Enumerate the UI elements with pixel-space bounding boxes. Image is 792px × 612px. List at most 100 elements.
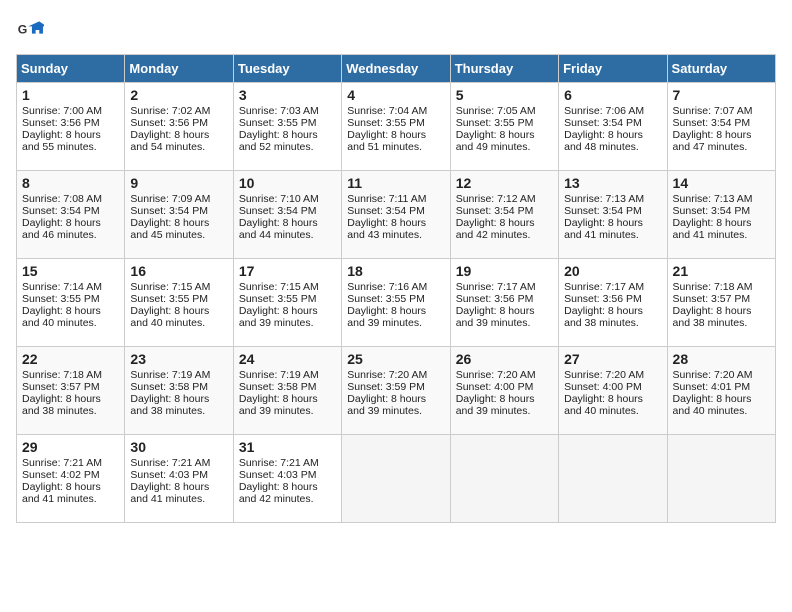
- sunset-label: Sunset: 3:54 PM: [673, 205, 751, 217]
- column-header-saturday: Saturday: [667, 55, 775, 83]
- day-number: 27: [564, 351, 661, 367]
- day-number: 18: [347, 263, 444, 279]
- daylight-label: Daylight: 8 hours and 38 minutes.: [673, 305, 752, 329]
- day-number: 7: [673, 87, 770, 103]
- sunset-label: Sunset: 3:54 PM: [564, 205, 642, 217]
- day-number: 19: [456, 263, 553, 279]
- sunset-label: Sunset: 3:59 PM: [347, 381, 425, 393]
- day-number: 20: [564, 263, 661, 279]
- sunset-label: Sunset: 3:57 PM: [673, 293, 751, 305]
- empty-cell: [559, 435, 667, 523]
- sunset-label: Sunset: 3:55 PM: [456, 117, 534, 129]
- daylight-label: Daylight: 8 hours and 40 minutes.: [564, 393, 643, 417]
- column-header-wednesday: Wednesday: [342, 55, 450, 83]
- sunrise-label: Sunrise: 7:18 AM: [22, 369, 102, 381]
- sunset-label: Sunset: 3:58 PM: [239, 381, 317, 393]
- sunset-label: Sunset: 3:56 PM: [564, 293, 642, 305]
- sunrise-label: Sunrise: 7:15 AM: [130, 281, 210, 293]
- sunset-label: Sunset: 4:02 PM: [22, 469, 100, 481]
- calendar-week-3: 15Sunrise: 7:14 AMSunset: 3:55 PMDayligh…: [17, 259, 776, 347]
- sunset-label: Sunset: 3:55 PM: [22, 293, 100, 305]
- column-header-tuesday: Tuesday: [233, 55, 341, 83]
- day-number: 9: [130, 175, 227, 191]
- calendar-day-9: 9Sunrise: 7:09 AMSunset: 3:54 PMDaylight…: [125, 171, 233, 259]
- daylight-label: Daylight: 8 hours and 41 minutes.: [22, 481, 101, 505]
- daylight-label: Daylight: 8 hours and 40 minutes.: [673, 393, 752, 417]
- sunrise-label: Sunrise: 7:20 AM: [456, 369, 536, 381]
- daylight-label: Daylight: 8 hours and 52 minutes.: [239, 129, 318, 153]
- daylight-label: Daylight: 8 hours and 45 minutes.: [130, 217, 209, 241]
- day-number: 6: [564, 87, 661, 103]
- day-number: 26: [456, 351, 553, 367]
- daylight-label: Daylight: 8 hours and 55 minutes.: [22, 129, 101, 153]
- sunset-label: Sunset: 3:54 PM: [456, 205, 534, 217]
- sunrise-label: Sunrise: 7:15 AM: [239, 281, 319, 293]
- sunrise-label: Sunrise: 7:06 AM: [564, 105, 644, 117]
- sunrise-label: Sunrise: 7:20 AM: [673, 369, 753, 381]
- calendar-day-1: 1Sunrise: 7:00 AMSunset: 3:56 PMDaylight…: [17, 83, 125, 171]
- calendar-day-30: 30Sunrise: 7:21 AMSunset: 4:03 PMDayligh…: [125, 435, 233, 523]
- calendar-day-8: 8Sunrise: 7:08 AMSunset: 3:54 PMDaylight…: [17, 171, 125, 259]
- sunrise-label: Sunrise: 7:19 AM: [130, 369, 210, 381]
- calendar-day-12: 12Sunrise: 7:12 AMSunset: 3:54 PMDayligh…: [450, 171, 558, 259]
- header: G: [16, 16, 776, 44]
- daylight-label: Daylight: 8 hours and 43 minutes.: [347, 217, 426, 241]
- daylight-label: Daylight: 8 hours and 40 minutes.: [22, 305, 101, 329]
- sunset-label: Sunset: 3:54 PM: [347, 205, 425, 217]
- sunrise-label: Sunrise: 7:13 AM: [673, 193, 753, 205]
- calendar-day-4: 4Sunrise: 7:04 AMSunset: 3:55 PMDaylight…: [342, 83, 450, 171]
- daylight-label: Daylight: 8 hours and 41 minutes.: [564, 217, 643, 241]
- day-number: 22: [22, 351, 119, 367]
- calendar-day-24: 24Sunrise: 7:19 AMSunset: 3:58 PMDayligh…: [233, 347, 341, 435]
- sunset-label: Sunset: 3:55 PM: [347, 117, 425, 129]
- empty-cell: [342, 435, 450, 523]
- sunset-label: Sunset: 3:58 PM: [130, 381, 208, 393]
- day-number: 8: [22, 175, 119, 191]
- calendar-day-26: 26Sunrise: 7:20 AMSunset: 4:00 PMDayligh…: [450, 347, 558, 435]
- day-number: 28: [673, 351, 770, 367]
- sunset-label: Sunset: 3:54 PM: [673, 117, 751, 129]
- calendar-day-28: 28Sunrise: 7:20 AMSunset: 4:01 PMDayligh…: [667, 347, 775, 435]
- daylight-label: Daylight: 8 hours and 51 minutes.: [347, 129, 426, 153]
- calendar-day-18: 18Sunrise: 7:16 AMSunset: 3:55 PMDayligh…: [342, 259, 450, 347]
- sunrise-label: Sunrise: 7:18 AM: [673, 281, 753, 293]
- calendar-week-5: 29Sunrise: 7:21 AMSunset: 4:02 PMDayligh…: [17, 435, 776, 523]
- sunrise-label: Sunrise: 7:14 AM: [22, 281, 102, 293]
- calendar-day-14: 14Sunrise: 7:13 AMSunset: 3:54 PMDayligh…: [667, 171, 775, 259]
- calendar-day-3: 3Sunrise: 7:03 AMSunset: 3:55 PMDaylight…: [233, 83, 341, 171]
- sunrise-label: Sunrise: 7:17 AM: [456, 281, 536, 293]
- calendar-day-25: 25 Sunrise: 7:20 AMSunset: 3:59 PMDayligh…: [342, 347, 450, 435]
- calendar-week-2: 8Sunrise: 7:08 AMSunset: 3:54 PMDaylight…: [17, 171, 776, 259]
- sunset-label: Sunset: 3:54 PM: [22, 205, 100, 217]
- daylight-label: Daylight: 8 hours and 48 minutes.: [564, 129, 643, 153]
- sunrise-label: Sunrise: 7:21 AM: [239, 457, 319, 469]
- calendar-table: SundayMondayTuesdayWednesdayThursdayFrid…: [16, 54, 776, 523]
- sunrise-label: Sunrise: 7:20 AM: [347, 369, 427, 381]
- empty-cell: [667, 435, 775, 523]
- column-header-sunday: Sunday: [17, 55, 125, 83]
- daylight-label: Daylight: 8 hours and 39 minutes.: [347, 393, 426, 417]
- sunset-label: Sunset: 3:56 PM: [130, 117, 208, 129]
- daylight-label: Daylight: 8 hours and 39 minutes.: [239, 305, 318, 329]
- calendar-day-29: 29Sunrise: 7:21 AMSunset: 4:02 PMDayligh…: [17, 435, 125, 523]
- daylight-label: Daylight: 8 hours and 44 minutes.: [239, 217, 318, 241]
- daylight-label: Daylight: 8 hours and 46 minutes.: [22, 217, 101, 241]
- column-header-monday: Monday: [125, 55, 233, 83]
- calendar-week-4: 22Sunrise: 7:18 AMSunset: 3:57 PMDayligh…: [17, 347, 776, 435]
- calendar-day-31: 31Sunrise: 7:21 AMSunset: 4:03 PMDayligh…: [233, 435, 341, 523]
- daylight-label: Daylight: 8 hours and 39 minutes.: [347, 305, 426, 329]
- sunset-label: Sunset: 3:57 PM: [22, 381, 100, 393]
- sunrise-label: Sunrise: 7:12 AM: [456, 193, 536, 205]
- day-number: 5: [456, 87, 553, 103]
- header-row: SundayMondayTuesdayWednesdayThursdayFrid…: [17, 55, 776, 83]
- sunrise-label: Sunrise: 7:16 AM: [347, 281, 427, 293]
- sunset-label: Sunset: 4:03 PM: [239, 469, 317, 481]
- sunrise-label: Sunrise: 7:21 AM: [130, 457, 210, 469]
- calendar-day-6: 6Sunrise: 7:06 AMSunset: 3:54 PMDaylight…: [559, 83, 667, 171]
- calendar-day-15: 15Sunrise: 7:14 AMSunset: 3:55 PMDayligh…: [17, 259, 125, 347]
- day-number: 25: [347, 351, 444, 367]
- sunrise-label: Sunrise: 7:09 AM: [130, 193, 210, 205]
- daylight-label: Daylight: 8 hours and 38 minutes.: [22, 393, 101, 417]
- sunrise-label: Sunrise: 7:19 AM: [239, 369, 319, 381]
- column-header-friday: Friday: [559, 55, 667, 83]
